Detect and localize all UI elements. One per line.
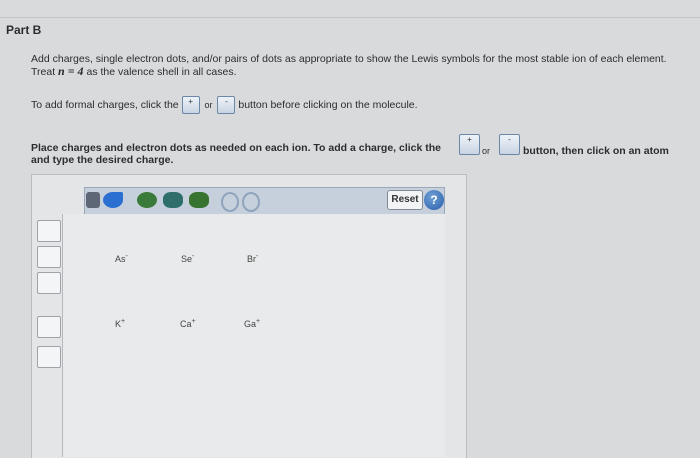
instructions-line2: Treat n = 4 as the valence shell in all … — [31, 65, 236, 78]
ion-se[interactable]: Se- — [181, 253, 194, 264]
reset-button[interactable]: Reset — [387, 190, 423, 210]
place-text: Place charges and electron dots as neede… — [31, 142, 442, 154]
line2-suffix: as the valence shell in all cases. — [86, 66, 237, 78]
line2-prefix: Treat — [31, 66, 56, 78]
side-toolbar — [37, 216, 61, 372]
redo-icon[interactable] — [242, 192, 260, 212]
formal-before: To add formal charges, click the — [31, 99, 179, 111]
formal-after: button before clicking on the molecule. — [238, 99, 418, 111]
dots-icon[interactable] — [37, 346, 61, 368]
place-after: button, then click on an atom — [523, 145, 669, 157]
ion-k[interactable]: K+ — [115, 318, 125, 329]
minus-charge-button-2[interactable]: - — [499, 134, 520, 155]
group-icon[interactable] — [189, 192, 209, 208]
drawing-canvas[interactable] — [62, 214, 445, 457]
ion-br[interactable]: Br- — [247, 253, 258, 264]
formal-charge-line: To add formal charges, click the + or - … — [31, 96, 418, 115]
triple-bond-icon[interactable] — [37, 272, 61, 294]
ion-ca[interactable]: Ca+ — [180, 318, 196, 329]
formal-or: or — [204, 100, 213, 110]
help-button[interactable]: ? — [424, 190, 444, 210]
select-icon[interactable] — [86, 192, 100, 208]
rotate-icon[interactable] — [137, 192, 157, 208]
eraser-icon[interactable] — [103, 192, 123, 208]
plus-charge-button-2[interactable]: + — [459, 134, 480, 155]
lone-pair-dot-icon[interactable] — [37, 316, 61, 338]
place-charges-line2: and type the desired charge. — [31, 154, 174, 166]
valence-shell-math: n = 4 — [58, 64, 84, 78]
minus-charge-button[interactable]: - — [217, 96, 236, 115]
plus-charge-button[interactable]: + — [181, 96, 200, 115]
undo-icon[interactable] — [221, 192, 239, 212]
chain-icon[interactable] — [163, 192, 183, 208]
place-charges-line1: Place charges and electron dots as neede… — [31, 142, 441, 154]
ion-as[interactable]: As- — [115, 253, 128, 264]
double-bond-icon[interactable] — [37, 246, 61, 268]
part-title: Part B — [6, 23, 42, 37]
header-divider — [0, 17, 700, 18]
place-or: or — [482, 146, 491, 156]
instructions-line1: Add charges, single electron dots, and/o… — [31, 53, 667, 65]
single-bond-icon[interactable] — [37, 220, 61, 242]
ion-ga[interactable]: Ga+ — [244, 318, 260, 329]
